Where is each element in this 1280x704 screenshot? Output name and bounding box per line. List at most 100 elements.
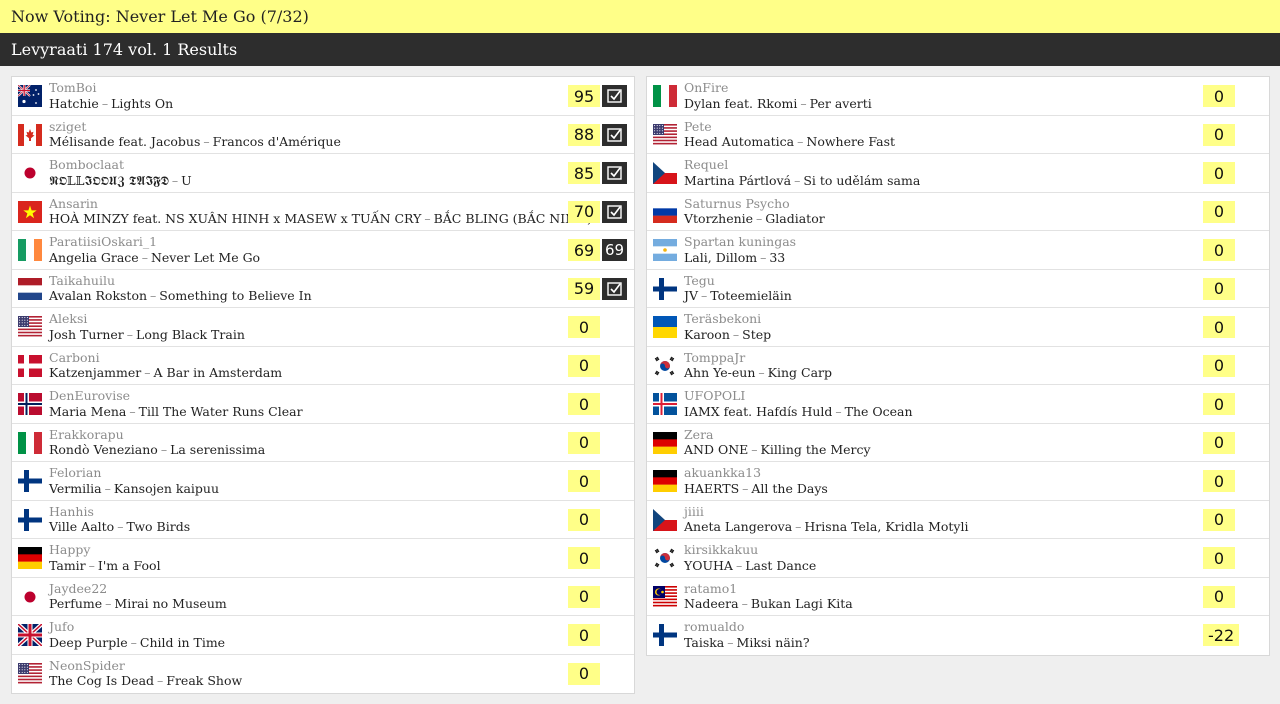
entry-text: Carboni Katzenjammer – A Bar in Amsterdam — [49, 350, 282, 381]
separator: – — [797, 134, 804, 149]
song-title: Toteemieläin — [710, 288, 792, 303]
voted-checkbox-icon[interactable] — [602, 277, 627, 300]
score-badge: 0 — [1203, 200, 1235, 223]
voter-name: ParatiisiOskari_1 — [49, 234, 158, 249]
score-badge: 0 — [568, 470, 600, 492]
separator: – — [160, 442, 168, 457]
flag-no-icon — [18, 393, 42, 415]
separator: – — [129, 403, 136, 419]
voted-checkbox-icon[interactable] — [602, 123, 627, 146]
flag-it-icon — [18, 431, 42, 454]
voter-name: Zera — [684, 426, 714, 442]
separator: – — [835, 403, 842, 419]
artist-name: Hatchie — [49, 95, 99, 111]
entry-text: Ansarin HOÀ MINZY feat. NS XUÂN HINH x MA… — [49, 196, 592, 227]
flag-nl-icon — [18, 277, 42, 300]
song-line: Mélisande feat. Jacobus – Francos d'Amériq… — [49, 134, 341, 150]
score-badge: 0 — [568, 508, 600, 531]
artist-name: AND ONE — [684, 442, 749, 457]
separator: – — [105, 596, 112, 611]
result-row: Saturnus Psycho Vtorzhenie – Gladiator 0 — [647, 193, 1269, 231]
separator: – — [157, 673, 164, 688]
score-badge: 0 — [1203, 277, 1235, 300]
entry-text: Taikahuilu Avalan Rokston – Something to Be… — [49, 273, 312, 304]
artist-name: Deep Purple — [49, 634, 128, 650]
voter-name: romualdo — [684, 619, 745, 634]
voted-checkbox-icon[interactable] — [602, 162, 627, 184]
song-title: Child in Time — [139, 634, 226, 650]
entry-text: ratamo1 Nadeera – Bukan Lagi Kita — [684, 581, 853, 612]
song-title: Step — [742, 326, 772, 342]
entry-text: OnFire Dylan feat. Rkomi – Per averti — [684, 80, 872, 111]
song-line: Avalan Rokston – Something to Believe In — [49, 288, 312, 304]
results-title: Levyraati 174 vol. 1 Results — [11, 40, 238, 59]
score-badge: 0 — [1203, 393, 1235, 415]
score-badge: 0 — [1203, 162, 1235, 184]
song-title: Something to Believe In — [159, 288, 312, 303]
song-line: Lali, Dillom –33 — [684, 250, 796, 266]
artist-name: The Cog Is Dead — [49, 673, 155, 688]
song-title: Till The Water Runs Clear — [138, 403, 303, 419]
result-row: Tegu JV – Toteemieläin 0 — [647, 270, 1269, 308]
voter-name: Tegu — [684, 272, 715, 288]
voter-name: Taikahuilu — [49, 272, 115, 288]
flag-us-icon — [18, 316, 42, 338]
song-title: Nowhere Fast — [806, 134, 896, 149]
flag-de-icon — [18, 547, 42, 569]
entry-text: Spartan kuningas Lali, Dillom –33 — [684, 234, 796, 265]
flag-de-icon — [653, 431, 677, 454]
voter-name: Aleksi — [49, 311, 88, 326]
separator: – — [126, 326, 134, 342]
artist-name: Karoon — [684, 326, 730, 342]
result-row: jiiii Aneta Langerova – Hrisna Tela, Kridla… — [647, 501, 1269, 539]
score-badge: 59 — [568, 277, 600, 300]
voter-name: Ansarin — [49, 195, 98, 211]
entry-text: kirsikkakuu YOUHA – Last Dance — [684, 542, 816, 573]
entry-text: DenEurovise Maria Mena – Till The Water Run… — [49, 388, 303, 419]
separator: – — [760, 249, 767, 265]
entry-text: sziget Mélisande feat. Jacobus – Francos d'… — [49, 119, 341, 150]
song-line: Hatchie – Lights On — [49, 96, 173, 112]
voter-name: Pete — [684, 118, 712, 134]
flag-ru-icon — [653, 200, 677, 223]
score-badge: 95 — [568, 85, 600, 107]
flag-au-icon — [18, 85, 42, 107]
result-row: Jufo Deep Purple – Child in Time 0 — [12, 616, 634, 655]
voter-name: OnFire — [684, 80, 729, 95]
song-line: JV – Toteemieläin — [684, 288, 792, 304]
song-line: Ahn Ye-eun – King Carp — [684, 365, 832, 381]
result-row: sziget Mélisande feat. Jacobus – Francos d'… — [12, 116, 634, 154]
song-line: Dylan feat. Rkomi – Per averti — [684, 96, 872, 112]
voted-checkbox-icon[interactable] — [602, 85, 627, 107]
separator: – — [171, 172, 179, 188]
song-title: Miksi näin? — [736, 634, 810, 650]
voted-checkbox-icon[interactable] — [602, 200, 627, 223]
voter-name: TomppaJr — [684, 349, 746, 365]
voter-name: Bomboclaat — [49, 157, 125, 172]
flag-fi-icon — [653, 624, 677, 646]
score-badge: 0 — [1203, 354, 1235, 377]
song-title: Si to udělám sama — [803, 172, 921, 188]
score-badge: 0 — [568, 431, 600, 454]
song-line: Perfume – Mirai no Museum — [49, 596, 227, 612]
flag-jp-icon — [18, 162, 42, 184]
result-row: TomppaJr Ahn Ye-eun – King Carp 0 — [647, 347, 1269, 385]
voter-name: Jaydee22 — [49, 580, 108, 596]
entry-text: Erakkorapu Rondò Veneziano – La serenissima — [49, 427, 265, 458]
result-row: Jaydee22 Perfume – Mirai no Museum 0 — [12, 578, 634, 616]
separator: – — [742, 480, 749, 496]
song-line: AND ONE – Killing the Mercy — [684, 442, 871, 458]
separator: – — [727, 634, 734, 650]
separator: – — [150, 288, 157, 303]
entry-text: akuankka13 HAERTS – All the Days — [684, 465, 828, 496]
flag-ua-icon — [653, 316, 677, 338]
entry-text: jiiii Aneta Langerova – Hrisna Tela, Kridla… — [684, 504, 968, 535]
artist-name: HAERTS — [684, 480, 740, 496]
separator: – — [141, 249, 148, 265]
result-row: Ansarin HOÀ MINZY feat. NS XUÂN HINH x MA… — [12, 193, 634, 231]
song-title: Freak Show — [166, 673, 243, 688]
song-line: YOUHA – Last Dance — [684, 558, 816, 574]
artist-name: Maria Mena — [49, 403, 127, 419]
separator: – — [758, 365, 765, 380]
score-badge: 69 — [568, 239, 600, 261]
